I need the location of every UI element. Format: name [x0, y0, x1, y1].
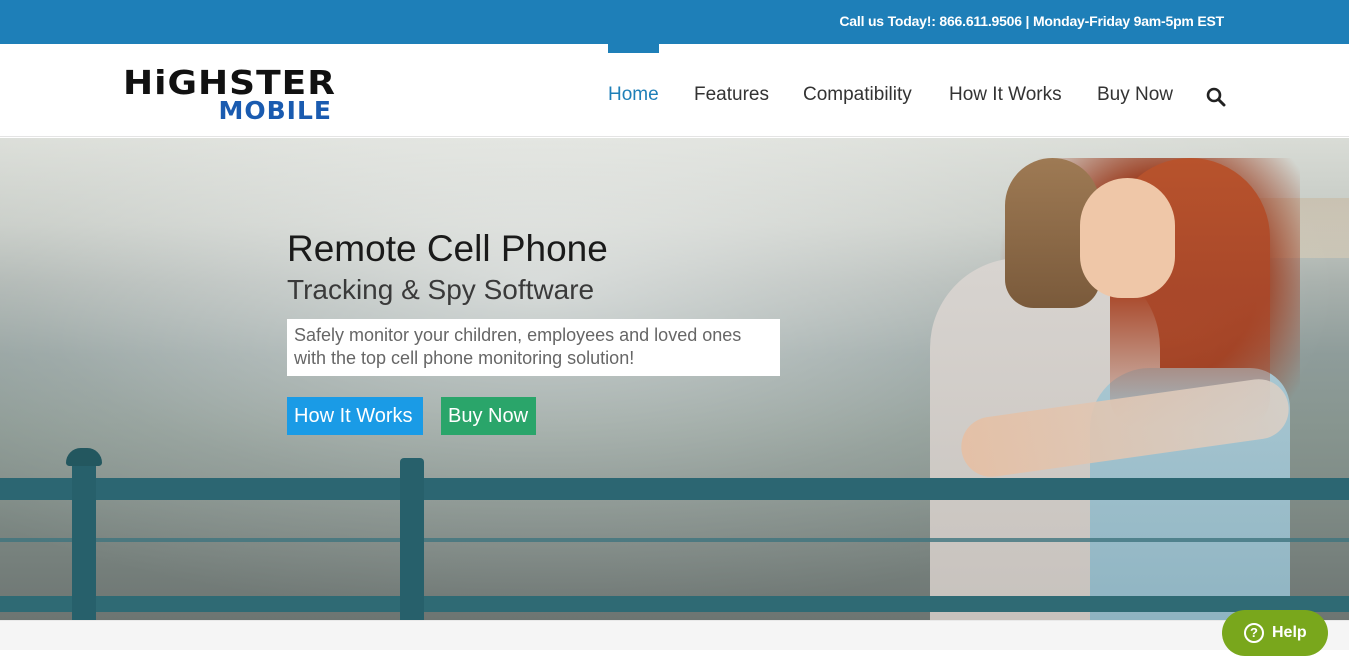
main-nav: Home Features Compatibility How It Works…: [0, 44, 1349, 137]
hero-banner: Remote Cell Phone Tracking & Spy Softwar…: [0, 138, 1349, 620]
help-label: Help: [1272, 624, 1307, 641]
pier-railing-cable: [0, 538, 1349, 542]
site-header: HiGHSTER MOBILE Home Features Compatibil…: [0, 44, 1349, 137]
contact-info: Call us Today!: 866.611.9506 | Monday-Fr…: [839, 13, 1224, 29]
pier-post: [66, 448, 102, 620]
hero-content: Remote Cell Phone Tracking & Spy Softwar…: [287, 228, 780, 435]
pier-post-cap: [66, 448, 102, 466]
search-icon[interactable]: [1206, 87, 1226, 107]
hero-subtitle: Tracking & Spy Software: [287, 274, 595, 305]
top-contact-bar: Call us Today!: 866.611.9506 | Monday-Fr…: [0, 0, 1349, 44]
hero-photo-person-right-face: [1080, 178, 1175, 298]
buy-now-button[interactable]: Buy Now: [441, 397, 536, 435]
content-section-top: [0, 620, 1349, 650]
hero-description: Safely monitor your children, employees …: [287, 319, 780, 376]
question-circle-icon: ?: [1244, 623, 1264, 643]
nav-home[interactable]: Home: [608, 84, 659, 106]
help-button[interactable]: ? Help: [1222, 610, 1328, 656]
hero-buttons: How It Works Buy Now: [287, 397, 780, 435]
nav-features[interactable]: Features: [694, 84, 769, 106]
pier-railing-top: [0, 478, 1349, 500]
nav-compatibility[interactable]: Compatibility: [803, 84, 912, 106]
nav-how-it-works[interactable]: How It Works: [949, 84, 1062, 106]
active-nav-indicator: [608, 44, 659, 53]
pier-post: [400, 458, 424, 620]
pier-railing-bottom: [0, 596, 1349, 612]
how-it-works-button[interactable]: How It Works: [287, 397, 423, 435]
hero-title: Remote Cell Phone: [287, 228, 608, 269]
nav-buy-now[interactable]: Buy Now: [1097, 84, 1173, 106]
